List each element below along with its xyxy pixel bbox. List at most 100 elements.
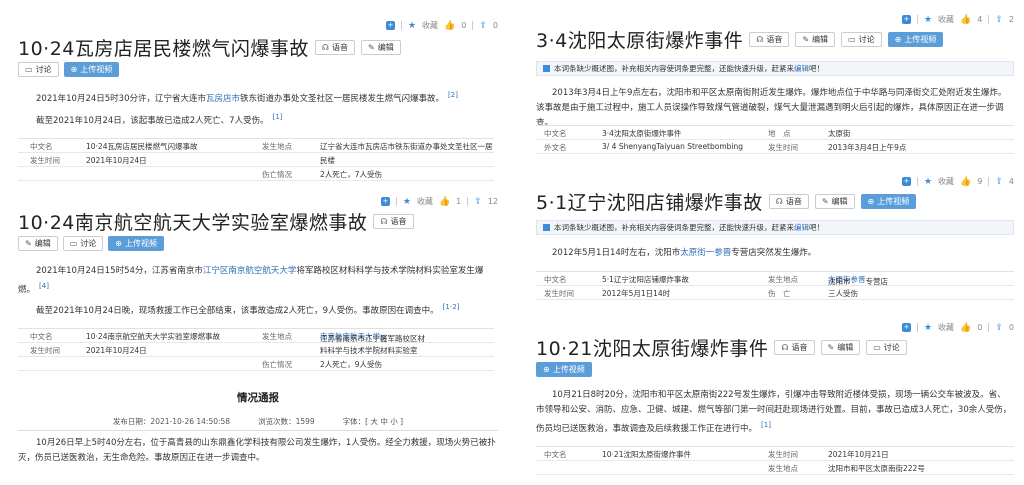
toolbar-separator [916, 177, 918, 186]
thumbs-up-icon[interactable]: 👍 [444, 21, 455, 31]
info-key: 中文名 [544, 129, 567, 138]
add-icon[interactable]: + [385, 21, 395, 30]
like-count: 0 [461, 21, 467, 30]
university-link[interactable]: 江宁区南京航空航天大学 [203, 266, 297, 276]
notice-edit-link[interactable]: 编辑 [794, 223, 809, 232]
article-card-4: + ★ 收藏 👍 9 ⇪ 4 5·1辽宁沈阳店铺爆炸事故 ☊ 语音 ✎ 编辑 ⊕ 上传… [536, 174, 1014, 304]
font-size-selector[interactable]: 字体：[ 大 中 小 ] [343, 416, 403, 427]
pencil-icon: ✎ [827, 343, 835, 352]
info-row: 发生时间 2021年10月24日 料科学与技术学院材料实验室 [18, 343, 494, 357]
info-key: 伤亡情况 [262, 170, 292, 179]
upload-video-button[interactable]: ⊕ 上传视频 [536, 362, 592, 377]
upload-video-button[interactable]: ⊕ 上传视频 [860, 194, 917, 209]
plus-circle-icon: ⊕ [115, 239, 122, 248]
action-buttons: ⊕ 上传视频 [536, 362, 592, 377]
notice-edit-link[interactable]: 编辑 [794, 64, 809, 73]
upload-video-button[interactable]: ⊕ 上传视频 [108, 236, 164, 251]
screenshot-collage: + ★ 收藏 👍 0 ⇪ 0 10·24瓦房店居民楼燃气闪爆事故 ☊ 语音 ✎ 编辑… [0, 0, 1024, 485]
toolbar-separator [400, 21, 402, 30]
reference-link[interactable]: [1] [761, 421, 771, 429]
view-count: 浏览次数：1599 [258, 417, 315, 426]
location-link[interactable]: 瓦房店市 [206, 94, 240, 104]
plus-circle-icon: ⊕ [543, 365, 550, 374]
voice-button[interactable]: ☊ 语音 [749, 32, 790, 47]
reference-link[interactable]: [1] [273, 113, 283, 121]
thumbs-up-icon[interactable]: 👍 [960, 323, 971, 333]
star-icon[interactable]: ★ [924, 15, 932, 25]
pencil-icon: ✎ [821, 197, 829, 206]
info-value: 江苏省南京市江宁区 南京航空航天大学 将军路校区材 [320, 331, 425, 343]
thumbs-up-icon[interactable]: 👍 [960, 177, 971, 187]
article-card-1: + ★ 收藏 👍 0 ⇪ 0 10·24瓦房店居民楼燃气闪爆事故 ☊ 语音 ✎ 编辑… [18, 16, 498, 186]
edit-button[interactable]: ✎ 编辑 [814, 194, 855, 209]
favorite-label[interactable]: 收藏 [422, 20, 438, 31]
article-title: 3·4沈阳太原街爆炸事件 [536, 30, 744, 52]
info-value: 料科学与技术学院材料实验室 [320, 346, 418, 355]
favorite-label[interactable]: 收藏 [938, 14, 954, 25]
checkbox-icon [543, 224, 550, 231]
comment-icon: ▭ [873, 343, 881, 352]
title-row: 10·24瓦房店居民楼燃气闪爆事故 ☊ 语音 ✎ 编辑 [18, 34, 401, 61]
info-value: 辽宁省大连市瓦房店市铁东街道办事处文圣社区一居 [320, 142, 493, 151]
add-icon[interactable]: + [901, 323, 911, 332]
info-value: 2人死亡，9人受伤 [320, 360, 383, 369]
voice-button[interactable]: ☊ 语音 [774, 340, 815, 355]
share-icon[interactable]: ⇪ [995, 15, 1003, 25]
info-value: 2021年10月21日 [828, 450, 889, 459]
edit-button[interactable]: ✎ 编辑 [820, 340, 861, 355]
star-icon[interactable]: ★ [403, 197, 411, 207]
info-row: 中文名 5·1辽宁沈阳店铺爆炸事故 发生地点 沈阳市 太原街参晋 专营店 [536, 272, 1014, 286]
info-value: 沈阳市和平区太原南街222号 [828, 464, 925, 473]
info-row: 中文名 10·24南京航空航天大学实验室爆燃事故 发生地点 江苏省南京市江宁区南… [18, 329, 494, 343]
share-icon[interactable]: ⇪ [995, 323, 1003, 333]
voice-button[interactable]: ☊ 语音 [768, 194, 809, 209]
voice-button[interactable]: ☊ 语音 [314, 40, 356, 55]
info-key: 发生时间 [30, 346, 60, 355]
edit-button[interactable]: ✎ 编辑 [18, 236, 58, 251]
favorite-label[interactable]: 收藏 [938, 322, 954, 333]
title-row: 10·21沈阳太原街爆炸事件 ☊ 语音 ✎ 编辑 ▭ 讨论 [536, 334, 907, 361]
reference-link[interactable]: [2] [448, 91, 458, 99]
reference-link[interactable]: [1-2] [443, 303, 460, 311]
info-value: 10·21沈阳太原街爆炸事件 [602, 450, 691, 459]
info-value: 10·24南京航空航天大学实验室爆燃事故 [86, 332, 220, 341]
pencil-icon: ✎ [25, 239, 32, 248]
discuss-button[interactable]: ▭ 讨论 [841, 32, 882, 47]
add-icon[interactable]: + [380, 197, 390, 206]
discuss-button[interactable]: ▭ 讨论 [62, 236, 104, 251]
edit-button[interactable]: ✎ 编辑 [795, 32, 836, 47]
star-icon[interactable]: ★ [408, 21, 416, 31]
add-icon[interactable]: + [901, 177, 911, 186]
thumbs-up-icon[interactable]: 👍 [960, 15, 971, 25]
discuss-button[interactable]: ▭ 讨论 [866, 340, 907, 355]
info-key: 发生地点 [262, 332, 292, 341]
favorite-label[interactable]: 收藏 [417, 196, 433, 207]
star-icon[interactable]: ★ [924, 177, 932, 187]
share-icon[interactable]: ⇪ [479, 21, 487, 31]
info-value: 2021年10月24日 [86, 156, 147, 165]
report-body: 10月26日早上5时40分左右，位于高青县的山东鼎鑫化学科技有限公司发生爆炸，1… [18, 438, 496, 463]
article-card-3: + ★ 收藏 👍 4 ⇪ 2 3·4沈阳太原街爆炸事件 ☊ 语音 ✎ 编辑 ▭ 讨论 … [536, 12, 1014, 160]
upload-video-button[interactable]: ⊕ 上传视频 [63, 62, 120, 77]
share-icon[interactable]: ⇪ [474, 197, 482, 207]
comment-icon: ▭ [25, 65, 33, 74]
info-key: 发生地点 [262, 142, 292, 151]
discuss-button[interactable]: ▭ 讨论 [18, 62, 59, 77]
info-key: 发生时间 [544, 289, 574, 298]
thumbs-up-icon[interactable]: 👍 [439, 197, 450, 207]
upload-video-button[interactable]: ⊕ 上传视频 [887, 32, 944, 47]
info-value: 10·24瓦房店居民楼燃气闪爆事故 [86, 142, 198, 151]
edit-button[interactable]: ✎ 编辑 [361, 40, 401, 55]
share-icon[interactable]: ⇪ [995, 177, 1003, 187]
voice-button[interactable]: ☊ 语音 [373, 214, 414, 229]
info-row: 中文名 10·21沈阳太原街爆炸事件 发生时间 2021年10月21日 [536, 447, 1014, 461]
location-link[interactable]: 太原街一参晋 [680, 248, 731, 258]
info-key: 中文名 [30, 332, 53, 341]
reference-link[interactable]: [4] [39, 282, 49, 290]
summary-text: 10月21日8时20分，沈阳市和平区太原南街222号发生爆炸，引爆冲击导致附近楼… [536, 390, 1012, 434]
star-icon[interactable]: ★ [924, 323, 932, 333]
add-icon[interactable]: + [901, 15, 911, 24]
favorite-label[interactable]: 收藏 [938, 176, 954, 187]
share-count: 2 [1008, 15, 1014, 24]
info-value: 2021年10月24日 [86, 346, 147, 355]
